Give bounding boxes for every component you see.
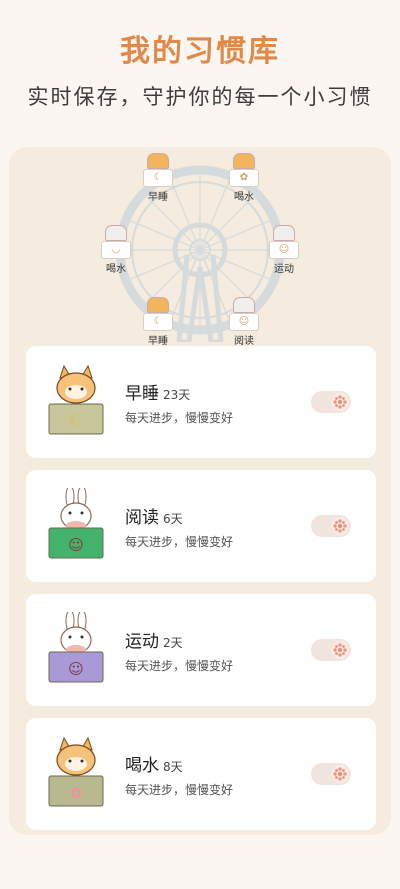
habit-card-3[interactable]: ☺ 运动 2天每天进步，慢慢变好 [26,594,376,706]
habit-days: 2天 [163,636,183,650]
habit-panel: ☾ 早睡 ✿ 喝水 ☺ 运动 ☺ 阅读 ☾ 早睡 ◡ 喝水 ☾ 早睡 23天 每天进步，慢慢变好 ☺ 阅读 6天每… [9,147,391,835]
habit-name: 喝水 [125,756,159,776]
wheel-seat-label: 喝水 [234,192,254,203]
wheel-seat: ☺ 运动 [269,225,299,275]
person-icon: ☺ [229,313,259,331]
page-title: 我的习惯库 [120,34,280,69]
cat-basket-illustration: ✿ [48,736,104,808]
wheel-seat-label: 早睡 [148,192,168,203]
wheel-seat: ☾ 早睡 [143,297,173,347]
toggle-knob [331,393,349,411]
habit-name: 阅读 [125,508,159,528]
ferris-wheel-graphic [115,165,285,342]
flower-icon [333,767,347,781]
wheel-seat: ✿ 喝水 [229,153,259,203]
moon-icon: ☾ [69,412,83,430]
habit-name: 早睡 [125,384,159,404]
habit-toggle[interactable] [311,639,351,661]
habit-description: 每天进步，慢慢变好 [125,535,234,549]
habit-title: 阅读 6天 [125,503,183,528]
wheel-seat-label: 喝水 [106,264,126,275]
cat-basket-illustration: ☾ [48,364,104,436]
moon-icon: ☾ [143,169,173,187]
person-icon: ☺ [68,536,84,554]
rabbit-basket-illustration: ☺ [48,485,104,560]
cup-icon: ◡ [101,241,131,259]
flower-icon: ✿ [69,784,83,802]
habit-toggle[interactable] [311,391,351,413]
wheel-seat-label: 运动 [274,264,294,275]
habit-title: 早睡 23天 [125,379,190,404]
cat-icon [147,297,169,313]
habit-title: 喝水 8天 [125,751,183,776]
habit-toggle[interactable] [311,515,351,537]
habit-days: 6天 [163,512,183,526]
habit-days: 8天 [163,760,183,774]
wheel-seat: ◡ 喝水 [101,225,131,275]
ferris-wheel: ☾ 早睡 ✿ 喝水 ☺ 运动 ☺ 阅读 ☾ 早睡 ◡ 喝水 [9,147,391,347]
habit-description: 每天进步，慢慢变好 [125,783,234,797]
wheel-seat-label: 阅读 [234,336,254,347]
flower-icon [333,395,347,409]
flower-icon [333,643,347,657]
wheel-seat-label: 早睡 [148,336,168,347]
wheel-seat: ☾ 早睡 [143,153,173,203]
cat-icon [147,153,169,169]
person-icon: ☺ [269,241,299,259]
toggle-knob [331,765,349,783]
rabbit-icon [105,225,127,241]
rabbit-icon [273,225,295,241]
page-subtitle: 实时保存，守护你的每一个小习惯 [27,85,373,109]
toggle-knob [331,641,349,659]
rabbit-icon [233,297,255,313]
habit-card-2[interactable]: ☺ 阅读 6天每天进步，慢慢变好 [26,470,376,582]
moon-icon: ☾ [143,313,173,331]
habit-name: 运动 [125,632,159,652]
habit-description: 每天进步，慢慢变好 [125,659,234,673]
toggle-knob [331,517,349,535]
rabbit-basket-illustration: ☺ [48,609,104,684]
habit-card-1[interactable]: ☾ 早睡 23天每天进步，慢慢变好 [26,346,376,458]
habit-description: 每天进步，慢慢变好 [125,411,234,425]
wheel-seat: ☺ 阅读 [229,297,259,347]
habit-title: 运动 2天 [125,627,183,652]
person-icon: ☺ [68,660,84,678]
habit-toggle[interactable] [311,763,351,785]
habit-days: 23天 [163,388,191,402]
flower-icon [333,519,347,533]
cat-icon [233,153,255,169]
habit-card-4[interactable]: ✿ 喝水 8天每天进步，慢慢变好 [26,718,376,830]
flower-icon: ✿ [229,169,259,187]
